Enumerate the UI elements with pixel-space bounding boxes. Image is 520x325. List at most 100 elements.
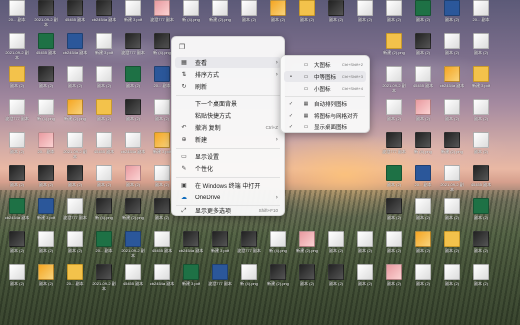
desktop-file-icon[interactable]: 副本 (2) bbox=[381, 264, 407, 294]
desktop-file-icon[interactable]: 波澄777 副本 bbox=[120, 33, 146, 63]
desktop-file-icon[interactable]: 副本 (2) bbox=[33, 231, 59, 261]
desktop-file-icon[interactable]: cb2454a 副本 bbox=[91, 0, 117, 30]
desktop-file-icon[interactable]: 副本 (2) bbox=[381, 198, 407, 228]
desktop-file-icon[interactable]: 副本 (2) bbox=[468, 99, 494, 129]
menu-item-more-options[interactable]: ⤢ 显示更多选项 Shift+F10 bbox=[175, 205, 281, 216]
desktop-file-icon[interactable]: 新建 (2).png bbox=[381, 33, 407, 63]
desktop-file-icon[interactable]: cb2454a 副本 bbox=[439, 66, 465, 96]
desktop-file-icon[interactable]: 新建 (2).png bbox=[439, 132, 465, 162]
desktop-file-icon[interactable]: 副本 (2) bbox=[410, 198, 436, 228]
desktop-file-icon[interactable]: 2021-09-2 副本 bbox=[91, 264, 117, 294]
desktop-file-icon[interactable]: 新建 3 pdf bbox=[207, 231, 233, 261]
desktop-file-icon[interactable]: 波澄777 副本 bbox=[236, 231, 262, 261]
desktop-file-icon[interactable]: 副本 (2) bbox=[468, 33, 494, 63]
desktop-file-icon[interactable]: 副本 (2) bbox=[91, 66, 117, 96]
desktop-file-icon[interactable]: 副本 (2) bbox=[439, 99, 465, 129]
desktop-file-icon[interactable]: 新建 (2).png bbox=[294, 231, 320, 261]
desktop-file-icon[interactable]: 副本 (2) bbox=[294, 264, 320, 294]
desktop-file-icon[interactable]: 副本 (2) bbox=[120, 165, 146, 195]
menu-item-view[interactable]: ▦ 查看 › bbox=[175, 57, 281, 68]
submenu-item-medium-icons[interactable]: • ▭ 中等图标 Ctrl+Shift+3 bbox=[284, 71, 366, 82]
menu-item-next-background[interactable]: 下一个桌面背景 bbox=[175, 98, 281, 109]
menu-item-sort[interactable]: ⇅ 排序方式 › bbox=[175, 69, 281, 80]
desktop-file-icon[interactable]: 新建 (2).png bbox=[207, 0, 233, 30]
desktop-file-icon[interactable]: 副本 (2) bbox=[410, 231, 436, 261]
menu-item-paste-shortcut[interactable]: 粘贴快捷方式 bbox=[175, 110, 281, 121]
desktop-file-icon[interactable]: cb2454a 副本 bbox=[120, 132, 146, 162]
desktop-file-icon[interactable]: 波澄777 副本 bbox=[149, 0, 175, 30]
desktop-file-icon[interactable]: 新建 3 pdf bbox=[178, 264, 204, 294]
desktop-file-icon[interactable]: 副本 (2) bbox=[468, 132, 494, 162]
desktop-file-icon[interactable]: 副本 (2) bbox=[381, 165, 407, 195]
desktop-file-icon[interactable]: 2021-09-2 副本 bbox=[33, 0, 59, 30]
menu-item-new[interactable]: ⊕ 新建 › bbox=[175, 134, 281, 145]
desktop-file-icon[interactable]: 副本 (2) bbox=[439, 0, 465, 30]
desktop-file-icon[interactable]: 副本 (2) bbox=[33, 66, 59, 96]
desktop-file-icon[interactable]: 2021-09-2 副本 bbox=[381, 66, 407, 96]
desktop-file-icon[interactable]: 副本 (2) bbox=[62, 231, 88, 261]
desktop-file-icon[interactable]: 副本 (2) bbox=[439, 264, 465, 294]
desktop-file-icon[interactable]: 副本 (2) bbox=[439, 198, 465, 228]
desktop-file-icon[interactable]: 副本 (2) bbox=[468, 231, 494, 261]
desktop-file-icon[interactable]: 45455 副本 bbox=[468, 165, 494, 195]
desktop-file-icon[interactable]: 副本 (2) bbox=[410, 33, 436, 63]
desktop-file-icon[interactable]: 副本 (2) bbox=[468, 264, 494, 294]
desktop-file-icon[interactable]: 新建 3 pdf bbox=[468, 66, 494, 96]
desktop-file-icon[interactable]: 副本 (2) bbox=[120, 66, 146, 96]
desktop-file-icon[interactable]: 新建 (2).png bbox=[265, 264, 291, 294]
desktop-file-icon[interactable]: 副本 (2) bbox=[4, 264, 30, 294]
desktop-file-icon[interactable]: 副本 (2) bbox=[62, 66, 88, 96]
desktop-file-icon[interactable]: 20... 副本 bbox=[33, 132, 59, 162]
desktop-file-icon[interactable]: 副本 (2) bbox=[91, 99, 117, 129]
desktop-file-icon[interactable]: 新建 (2).png bbox=[62, 99, 88, 129]
desktop-file-icon[interactable]: cb2454a 副本 bbox=[4, 198, 30, 228]
desktop-file-icon[interactable]: 45455 副本 bbox=[62, 0, 88, 30]
desktop-file-icon[interactable]: 副本 (2) bbox=[410, 264, 436, 294]
submenu-item-show-desktop-icons[interactable]: ✓ ▭ 显示桌面图标 bbox=[284, 121, 366, 132]
desktop-file-icon[interactable]: 20... 副本 bbox=[91, 231, 117, 261]
desktop-file-icon[interactable]: 副本 (2) bbox=[33, 165, 59, 195]
menu-item-undo-copy[interactable]: ↶ 撤消 复制 Ctrl+Z bbox=[175, 122, 281, 133]
desktop-file-icon[interactable]: 副本 (2) bbox=[410, 0, 436, 30]
desktop-file-icon[interactable]: 副本 (2) bbox=[468, 198, 494, 228]
menu-item-refresh[interactable]: ↻ 刷新 bbox=[175, 81, 281, 92]
desktop-file-icon[interactable]: 副本 (2) bbox=[62, 165, 88, 195]
desktop-file-icon[interactable]: 副本 (2) bbox=[381, 231, 407, 261]
desktop-file-icon[interactable]: 副本 (2) bbox=[4, 231, 30, 261]
desktop-file-icon[interactable]: 副本 (2) bbox=[352, 231, 378, 261]
submenu-item-large-icons[interactable]: ▭ 大图标 Ctrl+Shift+2 bbox=[284, 59, 366, 70]
desktop-file-icon[interactable]: 副本 (2) bbox=[323, 264, 349, 294]
desktop-file-icon[interactable]: 副本 (2) bbox=[265, 0, 291, 30]
desktop-file-icon[interactable]: 20... 副本 bbox=[4, 0, 30, 30]
desktop-file-icon[interactable]: 20... 副本 bbox=[62, 264, 88, 294]
desktop-file-icon[interactable]: 新建 (2).png bbox=[120, 198, 146, 228]
desktop-file-icon[interactable]: 45455 副本 bbox=[410, 66, 436, 96]
desktop-file-icon[interactable]: 新建 3 pdf bbox=[91, 33, 117, 63]
menu-item-windows-terminal[interactable]: ▣ 在 Windows 终端 中打开 bbox=[175, 180, 281, 191]
desktop-file-icon[interactable]: 新 (4).png bbox=[410, 132, 436, 162]
desktop-file-icon[interactable]: 新建 3 pdf bbox=[120, 0, 146, 30]
desktop-file-icon[interactable]: 45455 副本 bbox=[33, 33, 59, 63]
desktop-file-icon[interactable]: 副本 (2) bbox=[91, 165, 117, 195]
desktop-file-icon[interactable]: 副本 (2) bbox=[294, 0, 320, 30]
desktop-file-icon[interactable]: 45455 副本 bbox=[120, 264, 146, 294]
desktop-file-icon[interactable]: 新建 3 pdf bbox=[33, 198, 59, 228]
desktop-file-icon[interactable]: 新 (4).png bbox=[265, 231, 291, 261]
desktop-file-icon[interactable]: 新 (4).png bbox=[33, 99, 59, 129]
desktop-file-icon[interactable]: 波澄777 副本 bbox=[381, 132, 407, 162]
desktop-file-icon[interactable]: 副本 (2) bbox=[120, 99, 146, 129]
desktop-file-icon[interactable]: cb2454a 副本 bbox=[178, 231, 204, 261]
desktop-file-icon[interactable]: 2021-09-2 副本 bbox=[439, 165, 465, 195]
desktop-file-icon[interactable]: 副本 (2) bbox=[323, 231, 349, 261]
desktop-file-icon[interactable]: 45455 副本 bbox=[149, 231, 175, 261]
desktop-file-icon[interactable]: 波澄777 副本 bbox=[4, 99, 30, 129]
desktop-file-icon[interactable]: cb2454a 副本 bbox=[62, 33, 88, 63]
desktop-file-icon[interactable]: cb2454a 副本 bbox=[149, 264, 175, 294]
menu-item-display-settings[interactable]: ▭ 显示设置 bbox=[175, 151, 281, 162]
desktop-file-icon[interactable]: 新 (4).png bbox=[178, 0, 204, 30]
desktop-file-icon[interactable]: 副本 (2) bbox=[352, 264, 378, 294]
submenu-item-small-icons[interactable]: ▭ 小图标 Ctrl+Shift+4 bbox=[284, 83, 366, 94]
copy-icon[interactable]: ❐ bbox=[177, 42, 187, 52]
desktop-file-icon[interactable]: 副本 (2) bbox=[381, 0, 407, 30]
desktop-file-icon[interactable]: 副本 (2) bbox=[236, 0, 262, 30]
